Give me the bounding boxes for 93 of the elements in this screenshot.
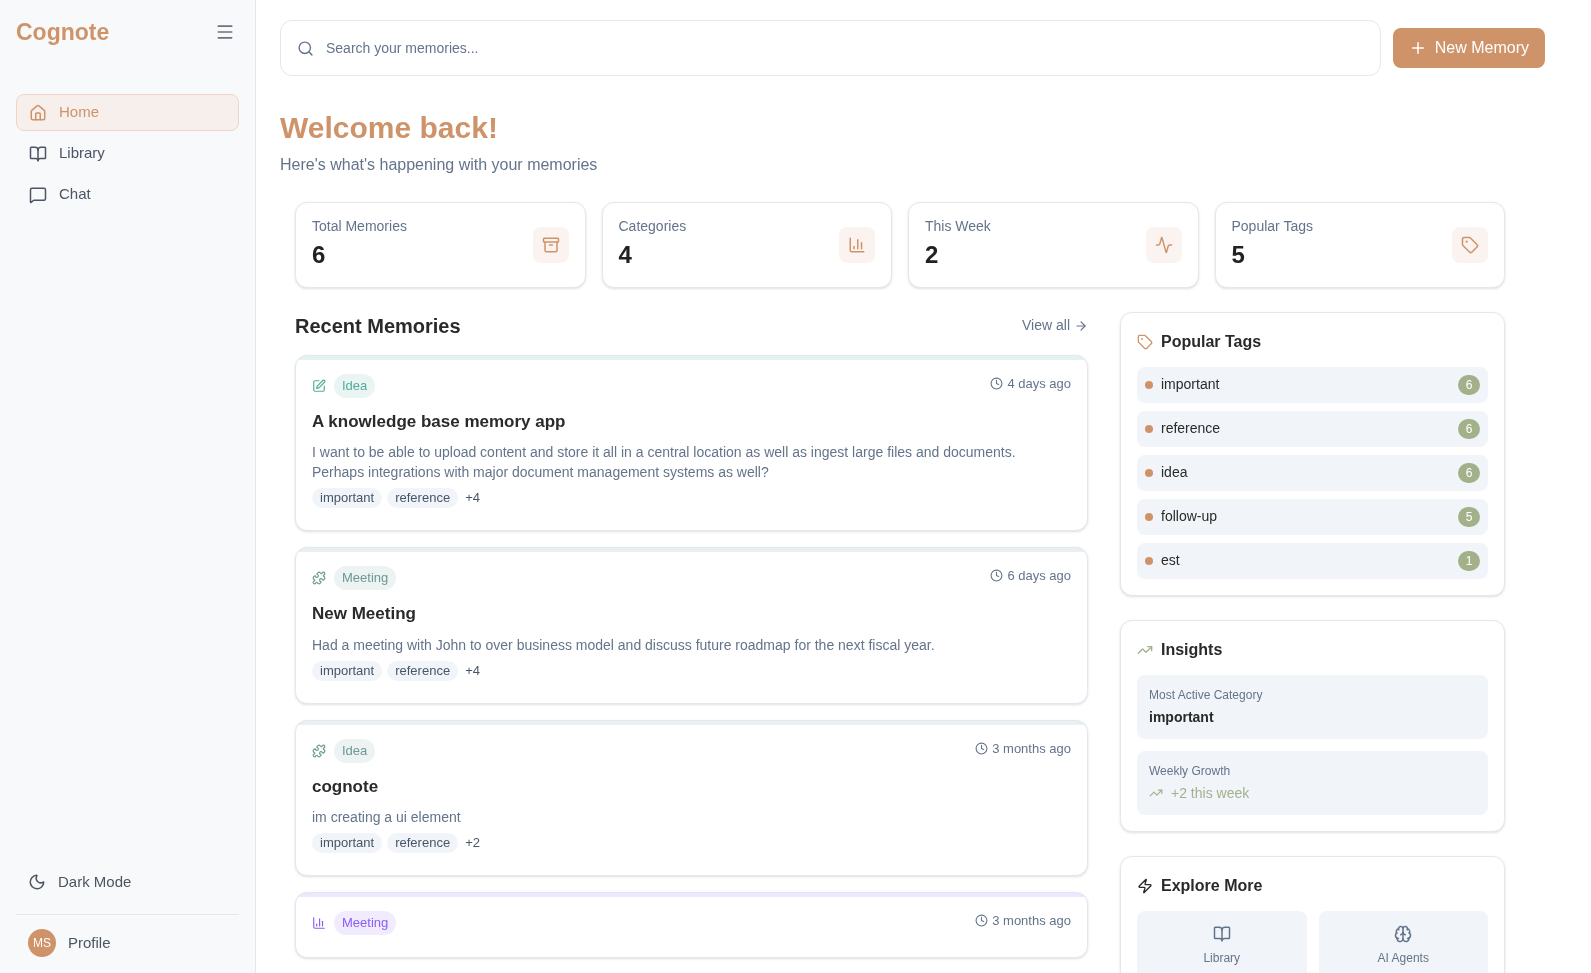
category-badge: Idea [334,373,376,398]
tag-name: reference [1161,419,1222,438]
category-badge: Idea [334,738,376,763]
lightning-icon [1137,877,1153,894]
memory-title: cognote [312,775,380,798]
category-badge: Meeting [334,566,397,590]
tag-name: follow-up [1161,507,1219,526]
tag-chip: important [312,488,383,508]
card-title: Explore More [1161,875,1263,896]
logo: Cognote [16,17,110,47]
more-tags-count: +4 [465,661,480,680]
stat-label: This Week [925,217,991,236]
stat-value: 4 [618,240,633,270]
profile-button[interactable]: MS Profile [16,925,123,961]
category-badge: Meeting [334,911,397,935]
tag-row[interactable]: follow-up 5 [1137,498,1488,535]
chat-icon [29,185,47,204]
tag-count: 6 [1458,418,1480,439]
nav-item[interactable]: Chat [16,176,239,213]
tag-name: idea [1161,463,1189,482]
explore-tile[interactable]: AI Agents [1318,910,1488,973]
tag-row[interactable]: important 6 [1137,366,1488,403]
explore-tile[interactable]: Library [1137,910,1307,973]
tag-icon [1461,235,1479,254]
time-label: 6 days ago [1007,567,1071,585]
stat-label: Popular Tags [1231,217,1313,236]
clock-icon [975,914,989,928]
tag-chip: reference [387,833,459,853]
page-title: Welcome back! [280,110,499,146]
brain-icon [1394,924,1413,943]
tag-row[interactable]: idea 6 [1137,454,1488,491]
stat-value: 6 [312,240,327,270]
time-label: 3 months ago [992,739,1071,758]
memory-text: Had a meeting with John to over business model and discuss future roadmap for the next fiscal year. [312,635,936,655]
tag-count: 6 [1458,374,1480,395]
clock-icon [975,741,989,755]
home-icon [29,103,47,122]
tag-chip: reference [387,488,459,508]
card-title: Popular Tags [1161,331,1262,352]
more-tags-count: +4 [465,489,480,508]
stat-label: Categories [618,217,687,236]
tag-chip: important [312,660,383,681]
more-tags-count: +2 [465,834,480,853]
page-subtitle: Here's what's happening with your memories [280,154,599,175]
book-icon [29,144,47,163]
nav-item[interactable]: Library [16,135,239,172]
search-field[interactable]: Search your memories... [280,20,1381,76]
tag-icon [1137,333,1153,350]
book-icon [1212,924,1231,943]
tag-count: 6 [1458,462,1480,483]
view-all-link[interactable]: View all [1022,315,1088,336]
stat-label: Total Memories [312,217,407,236]
memory-text: im creating a ui element [312,808,462,827]
memory-title: New Meeting [312,603,417,625]
memory-card[interactable]: Meeting 3 months ago [295,892,1088,958]
insight-label: Weekly Growth [1149,762,1232,780]
stat-value: 2 [925,240,940,270]
tag-count: 1 [1458,550,1480,571]
insight-value: important [1149,707,1215,727]
avatar: MS [28,929,56,957]
time-label: 3 months ago [992,912,1071,930]
tag-count: 5 [1458,506,1480,527]
menu-icon [215,22,235,42]
memory-card[interactable]: Meeting 6 days ago New Meeting Had a meeting with John to over business model and discuss future roadmap for the next fiscal year. important reference +4 [295,547,1088,704]
memory-text: I want to be able to upload content and store it all in a central location as well as ingest large files and documents. Perhaps integrations with major document management systems as well? [312,443,1017,482]
insight-value: +2 this week [1171,783,1250,803]
insight-label: Most Active Category [1149,686,1264,704]
tag-row[interactable]: reference 6 [1137,410,1488,447]
memory-card[interactable]: Idea 3 months ago cognote im creating a ui element important reference +2 [295,719,1088,876]
tag-chip: important [312,833,383,853]
clock-icon [990,569,1004,583]
tag-name: est [1161,551,1181,570]
pencil-icon [312,378,326,393]
puzzle-icon [312,571,326,585]
search-input[interactable]: Search your memories... [326,37,1364,59]
time-label: 4 days ago [1007,374,1071,393]
moon-icon [28,873,46,891]
search-icon [297,39,314,57]
stat-value: 5 [1231,240,1246,270]
dark-mode-toggle[interactable]: Dark Mode [16,862,144,902]
tag-chip: reference [387,660,459,681]
bar-chart-icon [312,916,326,930]
memory-card[interactable] [295,354,1088,531]
memory-title: A knowledge base memory app [312,410,567,433]
puzzle-icon [312,743,326,758]
section-title: Recent Memories [295,313,461,339]
archive-icon [541,235,560,254]
tag-row[interactable]: est 1 [1137,542,1488,579]
tag-name: important [1161,375,1221,394]
clock-icon [990,376,1004,390]
card-title: Insights [1161,639,1223,660]
pulse-icon [1154,235,1173,254]
bar-chart-icon [848,235,866,254]
